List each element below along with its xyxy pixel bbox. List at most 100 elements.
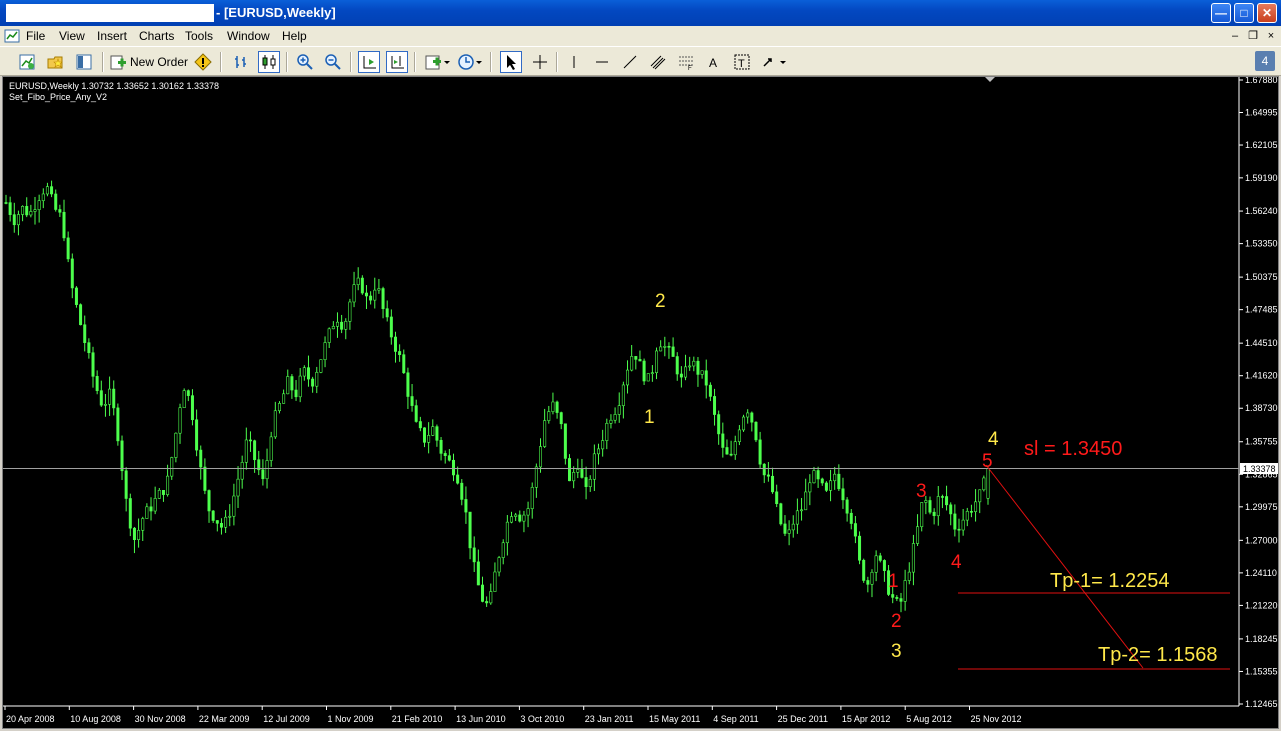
candle-body (539, 446, 543, 468)
warning-icon[interactable] (192, 51, 214, 73)
candle-body (373, 289, 377, 301)
candle-body (460, 482, 464, 500)
chart-window[interactable]: 1.67880 1.64995 1.62105 1.59190 1.56240 1.533… (2, 76, 1279, 729)
menu-tools[interactable]: Tools (185, 29, 213, 43)
candle-body (932, 511, 936, 517)
menu-charts[interactable]: Charts (139, 29, 174, 43)
candle-body (543, 420, 547, 447)
candle-body (62, 211, 66, 239)
candle-body (568, 458, 572, 482)
periods-icon[interactable] (456, 51, 484, 73)
autoscroll-icon[interactable] (386, 51, 408, 73)
new-order-button[interactable]: New Order (110, 51, 190, 73)
candle-body (911, 543, 915, 573)
mdi-close-button[interactable]: × (1264, 29, 1278, 43)
candle-body (335, 321, 339, 327)
candle-body (468, 511, 472, 549)
candle-body (240, 462, 244, 480)
chart-shift-marker[interactable] (985, 77, 995, 82)
wave-label-red-5: 5 (982, 451, 993, 472)
text-icon[interactable]: A (703, 51, 725, 73)
candle-body (684, 366, 688, 378)
horizontal-line-icon[interactable] (591, 51, 613, 73)
trendline-sl-to-tp[interactable] (985, 464, 1144, 669)
candle-body (526, 508, 530, 516)
price-chart[interactable]: 1.67880 1.64995 1.62105 1.59190 1.56240 1.533… (3, 77, 1278, 728)
candle-body (700, 370, 704, 375)
profiles-icon[interactable] (44, 51, 66, 73)
candle-body (588, 478, 592, 488)
indicators-icon[interactable] (424, 51, 452, 73)
terminal-badge[interactable]: 4 (1255, 51, 1275, 71)
new-chart-icon[interactable] (16, 51, 38, 73)
menu-view[interactable]: View (59, 29, 85, 43)
candle-body (916, 526, 920, 544)
candle-body (833, 473, 837, 482)
candle-body (576, 469, 580, 473)
chart-shift-icon[interactable] (358, 51, 380, 73)
candle-body (667, 346, 671, 348)
candle-body (485, 601, 489, 604)
candle-body (841, 488, 845, 501)
zoom-out-icon[interactable] (322, 51, 344, 73)
candle-body (364, 292, 368, 297)
candle-body (369, 295, 373, 301)
arrows-icon[interactable] (760, 51, 788, 73)
mdi-minimize-button[interactable]: – (1228, 29, 1242, 43)
time-tick-label: 13 Jun 2010 (456, 714, 506, 724)
candle-body (265, 460, 269, 480)
candle-body (447, 455, 451, 461)
cursor-icon[interactable] (500, 51, 522, 73)
candle-body (286, 376, 290, 395)
candle-body (190, 395, 194, 421)
price-tick-label: 1.27000 (1245, 535, 1278, 545)
candle-body (642, 360, 646, 382)
maximize-button[interactable]: □ (1234, 3, 1254, 23)
candle-body (153, 498, 157, 512)
mdi-restore-button[interactable]: ❐ (1246, 29, 1260, 43)
candle-body (443, 453, 447, 456)
menu-insert[interactable]: Insert (97, 29, 127, 43)
menu-file[interactable]: File (26, 29, 45, 43)
candle-body (66, 237, 70, 260)
navigator-icon[interactable] (73, 51, 95, 73)
candle-body (414, 405, 418, 422)
minimize-button[interactable]: — (1211, 3, 1231, 23)
chart-window-icon[interactable] (4, 28, 20, 44)
candle-body (982, 477, 986, 491)
price-tick-label: 1.12465 (1245, 699, 1278, 709)
zoom-in-icon[interactable] (294, 51, 316, 73)
app-name-box (6, 4, 214, 22)
menu-window[interactable]: Window (227, 29, 270, 43)
vertical-line-icon[interactable] (563, 51, 585, 73)
candle-body (319, 359, 323, 373)
trendline-icon[interactable] (619, 51, 641, 73)
candle-body (161, 489, 165, 495)
candle-body (253, 440, 257, 461)
price-tick-label: 1.44510 (1245, 338, 1278, 348)
menu-help[interactable]: Help (282, 29, 307, 43)
candle-body (592, 453, 596, 480)
candle-body (58, 209, 62, 213)
candle-body (783, 523, 787, 534)
equidistant-channel-icon[interactable] (647, 51, 669, 73)
bar-chart-icon[interactable] (230, 51, 252, 73)
candle-body (986, 468, 990, 499)
text-label-icon[interactable]: T (731, 51, 753, 73)
candle-body (132, 527, 136, 540)
time-tick-label: 12 Jul 2009 (263, 714, 310, 724)
candle-body (211, 510, 215, 521)
candle-body (729, 453, 733, 456)
candle-body (621, 384, 625, 406)
candle-body (704, 370, 708, 386)
candles-icon[interactable] (258, 51, 280, 73)
close-button[interactable]: ✕ (1257, 3, 1277, 23)
candle-body (116, 407, 120, 442)
fibonacci-icon[interactable]: F (675, 51, 697, 73)
candle-body (195, 419, 199, 451)
crosshair-icon[interactable] (529, 51, 551, 73)
candle-body (290, 376, 294, 391)
candle-body (141, 518, 145, 531)
candle-body (613, 414, 617, 421)
candle-body (928, 500, 932, 513)
